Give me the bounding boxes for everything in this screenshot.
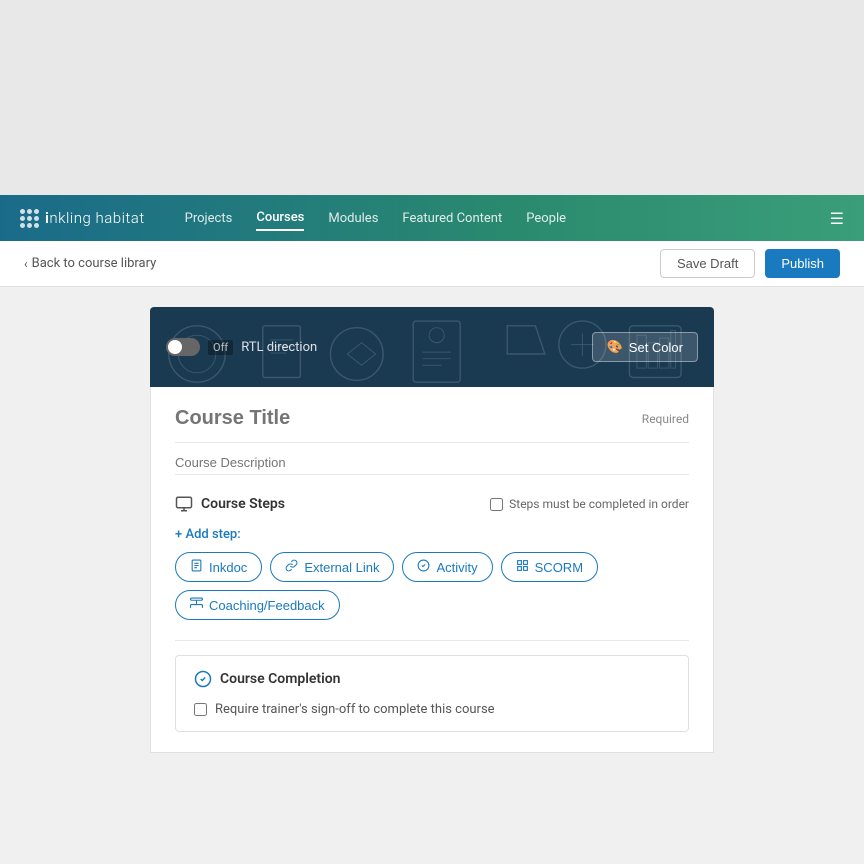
top-background	[0, 0, 864, 195]
trainer-signoff-checkbox[interactable]	[194, 703, 207, 716]
rtl-direction-label: RTL direction	[241, 340, 317, 355]
required-badge: Required	[642, 412, 689, 426]
course-completion-section: Course Completion Require trainer's sign…	[175, 655, 689, 732]
step-button-scorm[interactable]: SCORM	[501, 552, 598, 582]
completion-checkbox-label[interactable]: Require trainer's sign-off to complete t…	[194, 702, 670, 717]
rtl-toggle-switch[interactable]	[166, 338, 200, 356]
add-step-text[interactable]: + Add step:	[175, 527, 241, 542]
steps-order-checkbox-label[interactable]: Steps must be completed in order	[490, 497, 689, 511]
external-link-icon	[285, 559, 298, 575]
step-button-external-link[interactable]: External Link	[270, 552, 394, 582]
external-link-label: External Link	[304, 560, 379, 575]
nav-item-people[interactable]: People	[526, 207, 566, 230]
steps-order-label: Steps must be completed in order	[509, 497, 689, 511]
completion-check-icon	[194, 670, 212, 688]
navbar-right: ☰	[830, 209, 844, 228]
main-content: Off RTL direction 🎨 Set Color Required	[0, 287, 864, 773]
brand-dots-icon	[20, 209, 39, 228]
brand-name: inkling habitat	[45, 209, 145, 227]
banner-controls: Off RTL direction 🎨 Set Color	[166, 332, 698, 362]
course-title-row: Required	[175, 407, 689, 443]
brand: inkling habitat	[20, 209, 145, 228]
back-arrow-icon: ‹	[24, 257, 28, 271]
back-link[interactable]: ‹ Back to course library	[24, 256, 156, 271]
set-color-button[interactable]: 🎨 Set Color	[592, 332, 698, 362]
course-card: Required Course Steps Steps must be comp…	[150, 387, 714, 753]
navbar: inkling habitat Projects Courses Modules…	[0, 195, 864, 241]
steps-icon	[175, 495, 193, 513]
add-step-label: + Add step:	[175, 527, 689, 542]
coaching-icon	[190, 597, 203, 613]
publish-button[interactable]: Publish	[765, 249, 840, 278]
course-steps-label: Course Steps	[201, 496, 285, 512]
inkdoc-label: Inkdoc	[209, 560, 247, 575]
toolbar-actions: Save Draft Publish	[660, 249, 840, 278]
toggle-knob	[168, 340, 182, 354]
trainer-signoff-label: Require trainer's sign-off to complete t…	[215, 702, 495, 717]
steps-order-checkbox[interactable]	[490, 498, 503, 511]
course-banner: Off RTL direction 🎨 Set Color	[150, 307, 714, 387]
palette-icon: 🎨	[607, 339, 623, 355]
nav-item-modules[interactable]: Modules	[328, 207, 378, 230]
completion-header: Course Completion	[194, 670, 670, 688]
completion-title-text: Course Completion	[220, 671, 341, 687]
menu-icon[interactable]: ☰	[830, 209, 844, 228]
activity-label: Activity	[436, 560, 477, 575]
course-steps-section: Course Steps Steps must be completed in …	[175, 495, 689, 620]
step-buttons-group: Inkdoc External Link	[175, 552, 689, 620]
course-steps-title: Course Steps	[175, 495, 285, 513]
coaching-feedback-label: Coaching/Feedback	[209, 598, 325, 613]
course-description-input[interactable]	[175, 451, 689, 475]
toolbar: ‹ Back to course library Save Draft Publ…	[0, 241, 864, 287]
set-color-label: Set Color	[629, 340, 683, 355]
nav-links: Projects Courses Modules Featured Conten…	[185, 206, 830, 231]
nav-item-projects[interactable]: Projects	[185, 207, 233, 230]
scorm-label: SCORM	[535, 560, 583, 575]
step-button-coaching-feedback[interactable]: Coaching/Feedback	[175, 590, 340, 620]
save-draft-button[interactable]: Save Draft	[660, 249, 755, 278]
divider	[175, 640, 689, 641]
step-button-activity[interactable]: Activity	[402, 552, 492, 582]
step-button-inkdoc[interactable]: Inkdoc	[175, 552, 262, 582]
scorm-icon	[516, 559, 529, 575]
rtl-toggle: Off RTL direction	[166, 338, 317, 356]
nav-item-courses[interactable]: Courses	[256, 206, 304, 231]
activity-icon	[417, 559, 430, 575]
course-steps-header: Course Steps Steps must be completed in …	[175, 495, 689, 513]
back-link-text: Back to course library	[32, 256, 157, 271]
course-title-input[interactable]	[175, 407, 642, 430]
nav-item-featured[interactable]: Featured Content	[402, 207, 502, 230]
inkdoc-icon	[190, 559, 203, 575]
toggle-off-label: Off	[208, 340, 233, 355]
